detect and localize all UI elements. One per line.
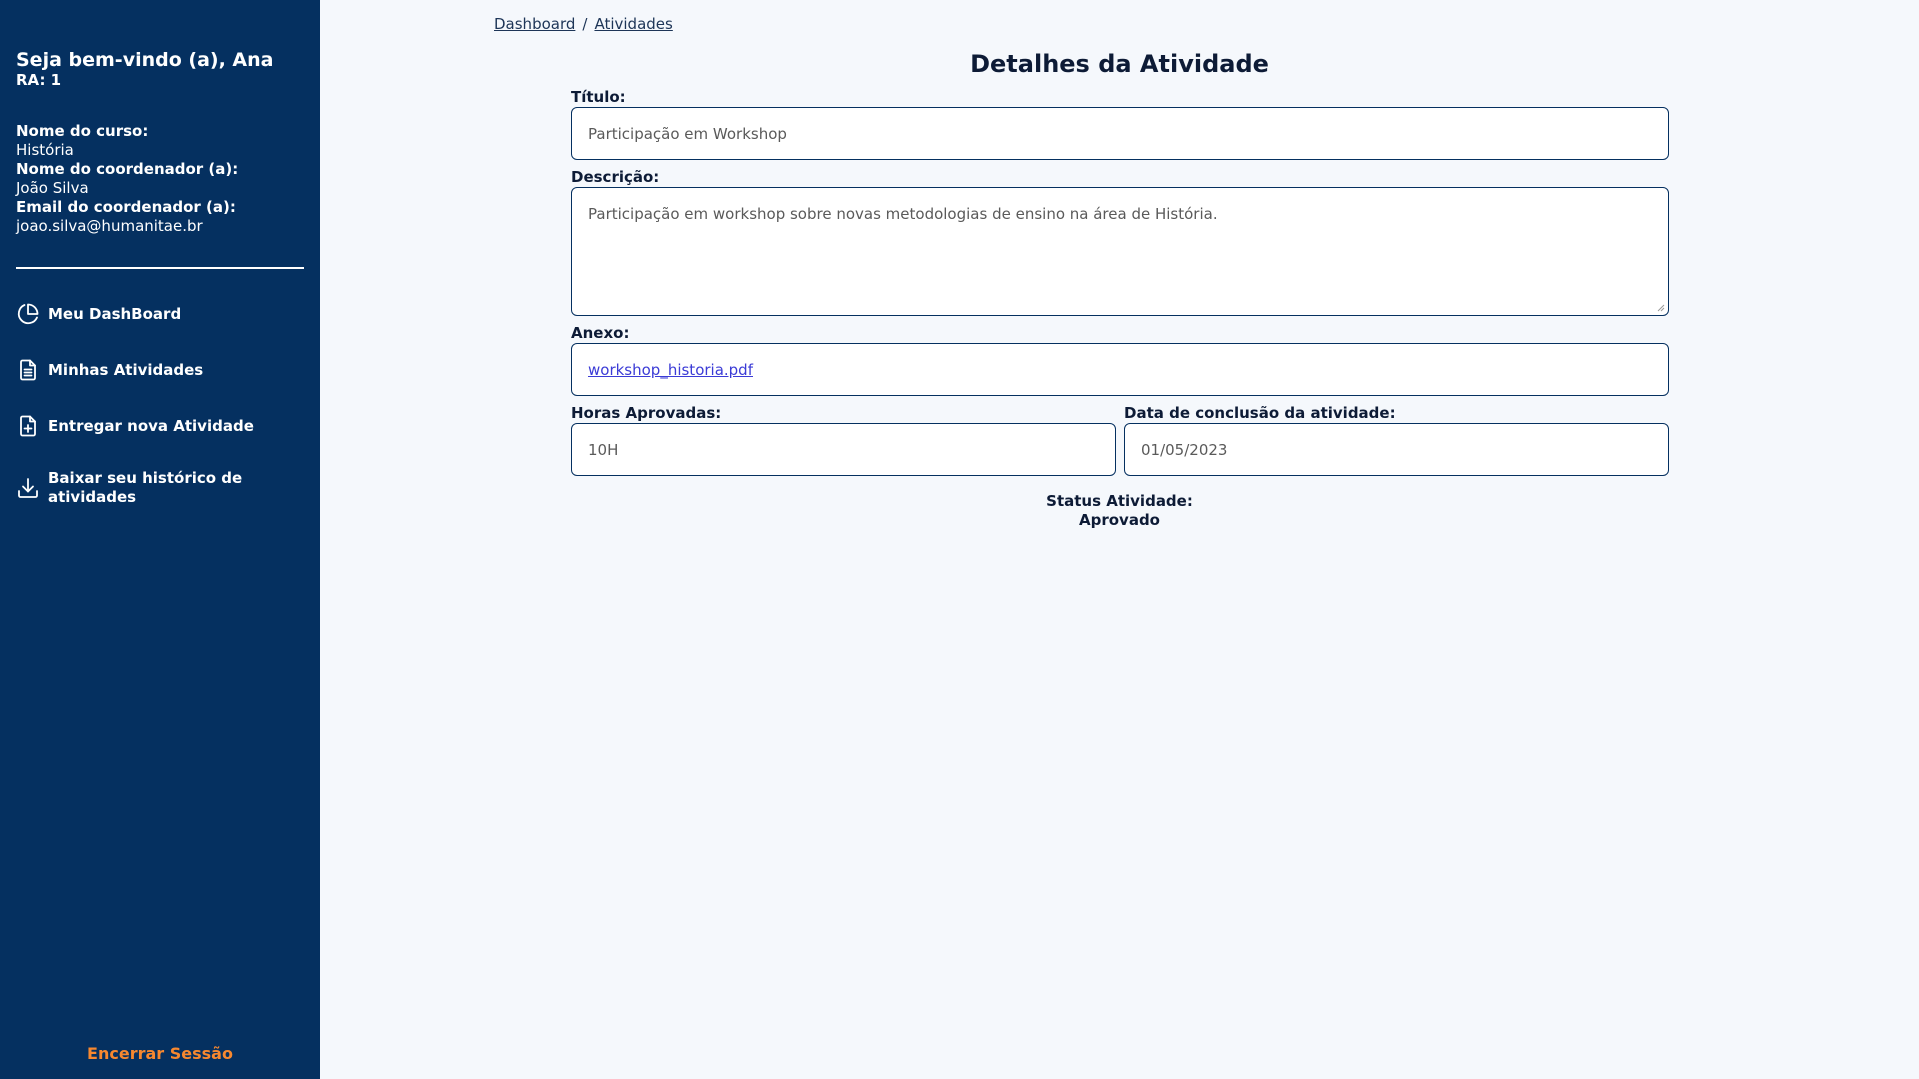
student-info: Nome do curso: História Nome do coordena… <box>16 122 238 236</box>
anexo-label: Anexo: <box>571 324 630 342</box>
titulo-label: Título: <box>571 88 626 106</box>
coordinator-email-label: Email do coordenador (a): <box>16 198 236 216</box>
descricao-textarea[interactable]: Participação em workshop sobre novas met… <box>571 187 1669 316</box>
breadcrumb: Dashboard / Atividades <box>494 15 673 33</box>
nav-item-label: Entregar nova Atividade <box>48 416 254 435</box>
status-label: Status Atividade: <box>1046 492 1193 510</box>
resize-handle-icon[interactable] <box>1657 304 1665 312</box>
nav-item-new-activity[interactable]: Entregar nova Atividade <box>16 414 306 438</box>
data-conclusao-field[interactable]: 01/05/2023 <box>1124 423 1669 476</box>
course-value: História <box>16 141 74 159</box>
nav-item-history[interactable]: Baixar seu histórico de atividades <box>16 469 306 507</box>
nav-item-dashboard[interactable]: Meu DashBoard <box>16 302 306 326</box>
download-icon <box>18 478 38 498</box>
horas-label: Horas Aprovadas: <box>571 404 722 422</box>
breadcrumb-activities-link[interactable]: Atividades <box>594 15 672 33</box>
titulo-field[interactable]: Participação em Workshop <box>571 107 1669 160</box>
document-add-icon <box>20 415 36 437</box>
sidebar-divider <box>16 267 304 269</box>
nav-item-label: Baixar seu histórico de atividades <box>48 469 243 506</box>
horas-value: 10H <box>588 440 619 459</box>
data-conclusao-value: 01/05/2023 <box>1141 440 1228 459</box>
document-icon <box>20 359 36 381</box>
status-value: Aprovado <box>1079 511 1160 529</box>
data-conclusao-label: Data de conclusão da atividade: <box>1124 404 1396 422</box>
breadcrumb-dashboard-link[interactable]: Dashboard <box>494 15 575 33</box>
anexo-field: workshop_historia.pdf <box>571 343 1669 396</box>
nav-item-label: Meu DashBoard <box>48 304 182 323</box>
coordinator-label: Nome do coordenador (a): <box>16 160 239 178</box>
pie-chart-icon <box>17 303 39 325</box>
anexo-link[interactable]: workshop_historia.pdf <box>588 361 753 379</box>
horas-field[interactable]: 10H <box>571 423 1116 476</box>
descricao-value: Participação em workshop sobre novas met… <box>588 205 1218 223</box>
logout-button[interactable]: Encerrar Sessão <box>0 1044 320 1063</box>
coordinator-email-value: joao.silva@humanitae.br <box>16 217 203 235</box>
titulo-value: Participação em Workshop <box>588 124 787 143</box>
ra-text: RA: 1 <box>16 71 62 89</box>
course-label: Nome do curso: <box>16 122 149 140</box>
breadcrumb-separator: / <box>582 15 588 33</box>
page-title: Detalhes da Atividade <box>970 50 1269 78</box>
main-content: Dashboard / Atividades Detalhes da Ativida… <box>320 0 1919 1079</box>
sidebar: Seja bem-vindo (a), Ana RA: 1 Nome do cu… <box>0 0 320 1079</box>
descricao-label: Descrição: <box>571 168 660 186</box>
nav-item-activities[interactable]: Minhas Atividades <box>16 358 306 382</box>
coordinator-value: João Silva <box>16 179 89 197</box>
welcome-text: Seja bem-vindo (a), Ana <box>16 49 274 71</box>
nav-item-label: Minhas Atividades <box>48 360 204 379</box>
